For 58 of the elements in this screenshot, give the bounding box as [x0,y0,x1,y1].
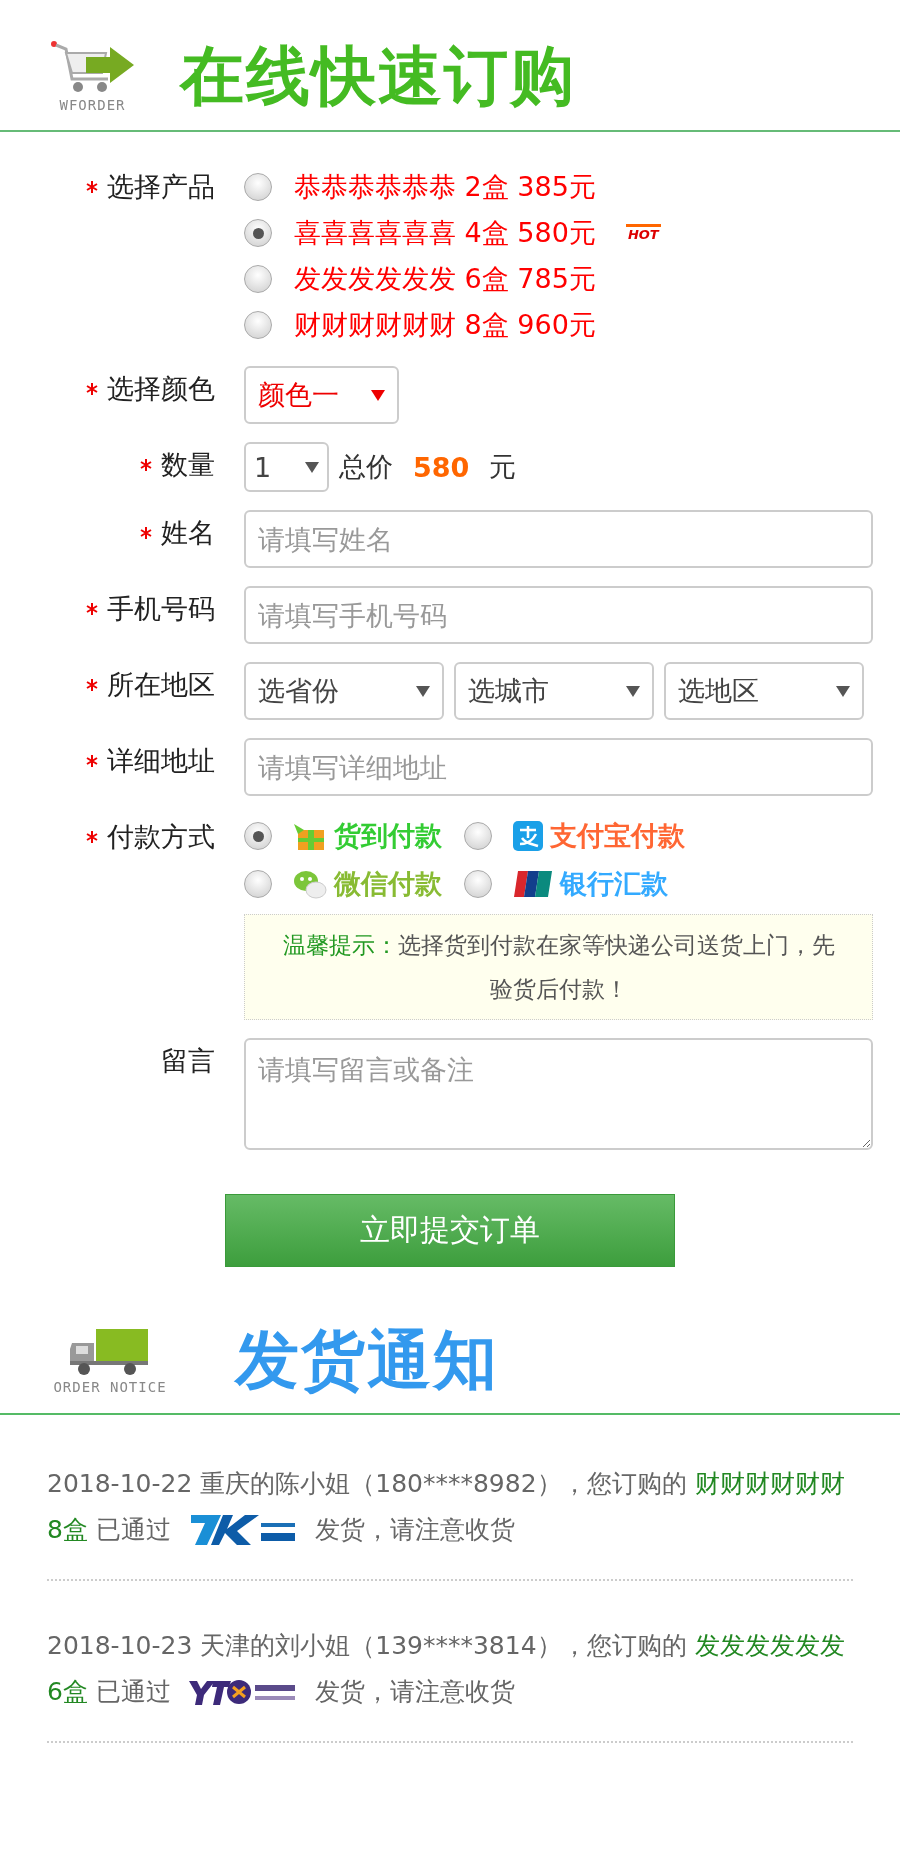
field-label: 手机号码 [107,592,215,626]
payment-option[interactable]: 货到付款 [334,818,442,854]
section-title: 发货通知 [235,1321,499,1399]
alipay-icon [512,820,544,852]
logo-caption: WFORDER [59,97,126,113]
message-field[interactable]: 请填写留言或备注 [244,1038,873,1150]
field-label: 数量 [161,448,215,482]
product-option[interactable]: 发发发发发发 6盒 785元 [294,261,596,297]
radio-button[interactable] [244,870,272,898]
radio-button[interactable] [464,870,492,898]
hot-badge: HOT [625,224,661,242]
payment-option[interactable]: 银行汇款 [560,866,668,902]
submit-button[interactable]: 立即提交订单 [225,1194,675,1267]
field-label: 所在地区 [107,668,215,702]
payment-option[interactable]: 微信付款 [334,866,442,902]
field-label: 姓名 [161,516,215,550]
address-field[interactable]: 请填写详细地址 [244,738,873,796]
caret-icon [416,685,430,697]
quantity-select[interactable]: 1 [244,442,329,492]
total-label: 总价 [339,450,393,484]
region-select[interactable]: 选城市 [454,662,654,720]
chat-bubbles-icon [292,868,328,900]
bank-card-icon [512,869,554,899]
notice-text: 2018-10-22 重庆的陈小姐（180****8982），您订购的 财财财财财财 [47,1468,845,1500]
page-title: 在线快速订购 [180,37,576,115]
radio-button[interactable] [244,311,272,339]
notice-text: 发货，请注意收货 [314,1676,515,1708]
phone-field[interactable]: 请填写手机号码 [244,586,873,644]
radio-button[interactable] [244,173,272,201]
caret-icon [836,685,850,697]
logo-caption: ORDER NOTICE [53,1379,167,1395]
notice-text: 6盒 已通过 [47,1676,171,1708]
caret-icon [305,461,319,473]
notice-text: 发货，请注意收货 [314,1514,515,1546]
name-field[interactable]: 请填写姓名 [244,510,873,568]
notice-text: 2018-10-23 天津的刘小姐（139****3814），您订购的 发发发发发发 [47,1630,845,1662]
currency-unit: 元 [489,450,517,484]
field-label: 选择产品 [107,170,215,204]
field-label: 详细地址 [107,744,215,778]
product-option[interactable]: 喜喜喜喜喜喜 4盒 580元 [294,215,596,251]
radio-button[interactable] [244,822,272,850]
field-label: 付款方式 [107,820,215,854]
region-select[interactable]: 选省份 [244,662,444,720]
tip-text: 温馨提示：选择货到付款在家等快递公司送货上门，先验货后付款！ [244,914,873,1020]
radio-button[interactable] [244,219,272,247]
product-option[interactable]: 财财财财财财 8盒 960元 [294,307,596,343]
payment-option[interactable]: 支付宝付款 [550,818,685,854]
color-select[interactable]: 颜色一 [244,366,399,424]
total-price: 580 [413,451,470,483]
field-label: 留言 [161,1044,215,1078]
product-option[interactable]: 恭恭恭恭恭恭 2盒 385元 [294,169,596,205]
radio-button[interactable] [244,265,272,293]
notice-text: 8盒 已通过 [47,1514,171,1546]
caret-icon [371,389,385,401]
region-select[interactable]: 选地区 [664,662,864,720]
field-label: 选择颜色 [107,372,215,406]
radio-button[interactable] [464,822,492,850]
caret-icon [626,685,640,697]
